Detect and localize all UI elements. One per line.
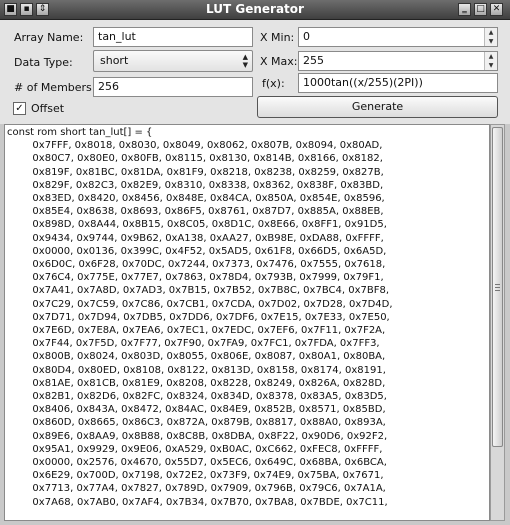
scrollbar-thumb[interactable]: [492, 127, 503, 447]
spin-down-icon: ▼: [488, 62, 494, 69]
title-bar[interactable]: ■ ▪ ⇕ LUT Generator ‗ □ ✕: [0, 0, 510, 20]
array-name-input[interactable]: tan_lut: [93, 27, 253, 47]
data-type-label: Data Type:: [14, 56, 73, 69]
xmax-spin-buttons[interactable]: ▲ ▼: [484, 52, 497, 70]
offset-label: Offset: [31, 102, 65, 115]
fx-input[interactable]: 1000tan((x/255)(2PI)): [298, 73, 498, 93]
xmin-spinbox[interactable]: 0 ▲ ▼: [298, 27, 498, 47]
spin-down-icon: ▼: [488, 38, 494, 45]
window-title: LUT Generator: [206, 2, 304, 16]
maximize-icon[interactable]: □: [474, 3, 487, 16]
settings-panel: Array Name: tan_lut Data Type: short ▲ ▼ …: [0, 20, 510, 124]
xmin-value: 0: [303, 30, 310, 43]
members-label: # of Members:: [14, 81, 96, 94]
fx-label: f(x):: [262, 77, 285, 90]
xmin-spin-buttons[interactable]: ▲ ▼: [484, 28, 497, 46]
array-name-label: Array Name:: [14, 31, 84, 44]
xmin-label: X Min:: [260, 31, 295, 44]
updown-arrows-icon: ▲ ▼: [242, 53, 248, 69]
output-textarea[interactable]: const rom short tan_lut[] = { 0x7FFF, 0x…: [4, 124, 490, 521]
spin-up-icon: ▲: [488, 29, 494, 36]
xmax-spinbox[interactable]: 255 ▲ ▼: [298, 51, 498, 71]
minimize-button-icon[interactable]: ‗: [458, 3, 471, 16]
data-type-select[interactable]: short ▲ ▼: [93, 50, 253, 72]
members-input[interactable]: 256: [93, 77, 253, 97]
vertical-scrollbar[interactable]: [490, 124, 505, 521]
spin-up-icon: ▲: [488, 53, 494, 60]
xmax-value: 255: [303, 54, 324, 67]
offset-checkbox[interactable]: ✓: [13, 102, 26, 115]
xmax-label: X Max:: [260, 55, 298, 68]
generate-button[interactable]: Generate: [257, 96, 498, 118]
data-type-value: short: [100, 54, 129, 67]
output-code: const rom short tan_lut[] = { 0x7FFF, 0x…: [7, 127, 393, 508]
close-icon[interactable]: ✕: [490, 3, 503, 16]
